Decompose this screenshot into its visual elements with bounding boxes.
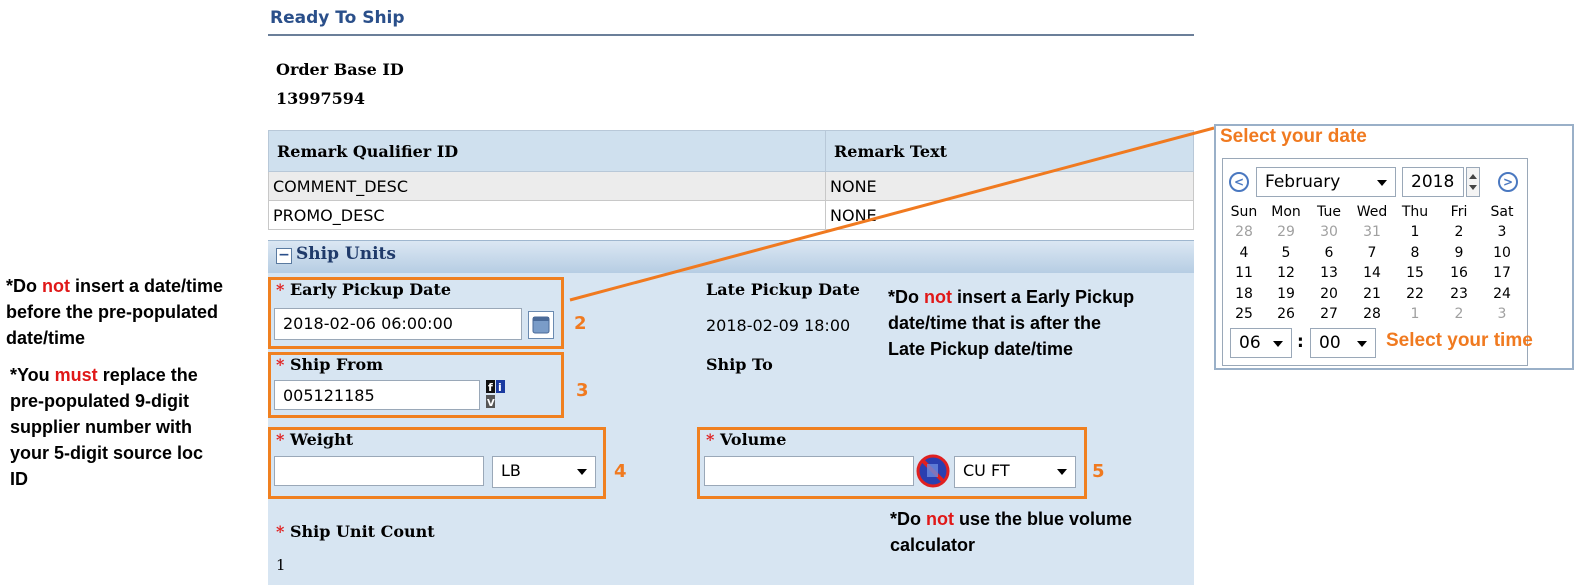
calendar-day[interactable]: 1 bbox=[1395, 224, 1435, 240]
time-separator: : bbox=[1297, 332, 1304, 352]
calendar-day[interactable]: 2 bbox=[1439, 306, 1479, 322]
calendar-day[interactable]: 15 bbox=[1395, 265, 1435, 281]
prev-month-icon[interactable]: < bbox=[1229, 172, 1249, 192]
year-spinner[interactable] bbox=[1466, 167, 1480, 197]
calendar-day[interactable]: 13 bbox=[1309, 265, 1349, 281]
weekday-header: Tue bbox=[1317, 204, 1341, 220]
calendar-day[interactable]: 30 bbox=[1309, 224, 1349, 240]
calendar-day[interactable]: 28 bbox=[1352, 306, 1392, 322]
calendar-day[interactable]: 29 bbox=[1266, 224, 1306, 240]
minute-select[interactable]: 00 bbox=[1310, 328, 1376, 358]
calendar-day[interactable]: 17 bbox=[1482, 265, 1522, 281]
calendar-day[interactable]: 5 bbox=[1266, 245, 1306, 261]
calendar-day[interactable]: 9 bbox=[1439, 245, 1479, 261]
weekday-header: Thu bbox=[1401, 204, 1429, 220]
month-value: February bbox=[1265, 172, 1341, 192]
hour-select[interactable]: 06 bbox=[1230, 328, 1292, 358]
calendar-day[interactable]: 20 bbox=[1309, 286, 1349, 302]
calendar-day[interactable]: 10 bbox=[1482, 245, 1522, 261]
calendar-day[interactable]: 2 bbox=[1439, 224, 1479, 240]
calendar-day[interactable]: 28 bbox=[1224, 224, 1264, 240]
calendar-day[interactable]: 4 bbox=[1224, 245, 1264, 261]
calendar-day[interactable]: 19 bbox=[1266, 286, 1306, 302]
calendar-day[interactable]: 25 bbox=[1224, 306, 1264, 322]
calendar-day[interactable]: 31 bbox=[1352, 224, 1392, 240]
calendar-day[interactable]: 3 bbox=[1482, 306, 1522, 322]
calendar-day[interactable]: 22 bbox=[1395, 286, 1435, 302]
calendar-day[interactable]: 12 bbox=[1266, 265, 1306, 281]
chevron-down-icon bbox=[1357, 341, 1367, 347]
calendar-day[interactable]: 21 bbox=[1352, 286, 1392, 302]
chevron-down-icon bbox=[1377, 180, 1387, 186]
time-note: Select your time bbox=[1386, 330, 1533, 351]
minute-value: 00 bbox=[1319, 333, 1341, 353]
calendar-day[interactable]: 11 bbox=[1224, 265, 1264, 281]
calendar-day[interactable]: 6 bbox=[1309, 245, 1349, 261]
calendar-day[interactable]: 26 bbox=[1266, 306, 1306, 322]
calendar-day[interactable]: 16 bbox=[1439, 265, 1479, 281]
month-select[interactable]: February bbox=[1256, 167, 1396, 197]
calendar-day[interactable]: 1 bbox=[1395, 306, 1435, 322]
weekday-header: Sat bbox=[1490, 204, 1514, 220]
calendar-day[interactable]: 18 bbox=[1224, 286, 1264, 302]
calendar-day[interactable]: 7 bbox=[1352, 245, 1392, 261]
weekday-header: Sun bbox=[1230, 204, 1258, 220]
calendar-day[interactable]: 8 bbox=[1395, 245, 1435, 261]
calendar-day[interactable]: 23 bbox=[1439, 286, 1479, 302]
hour-value: 06 bbox=[1239, 333, 1261, 353]
spinner-arrows-icon bbox=[1469, 174, 1477, 190]
year-input[interactable]: 2018 bbox=[1402, 167, 1464, 197]
year-value: 2018 bbox=[1411, 172, 1455, 192]
calendar-title: Select your date bbox=[1220, 126, 1367, 147]
calendar-day[interactable]: 24 bbox=[1482, 286, 1522, 302]
weekday-header: Wed bbox=[1356, 204, 1388, 220]
calendar-day[interactable]: 27 bbox=[1309, 306, 1349, 322]
calendar-day[interactable]: 14 bbox=[1352, 265, 1392, 281]
calendar-day[interactable]: 3 bbox=[1482, 224, 1522, 240]
chevron-down-icon bbox=[1273, 341, 1283, 347]
weekday-header: Fri bbox=[1450, 204, 1468, 220]
next-month-icon[interactable]: > bbox=[1498, 172, 1518, 192]
weekday-header: Mon bbox=[1271, 204, 1301, 220]
